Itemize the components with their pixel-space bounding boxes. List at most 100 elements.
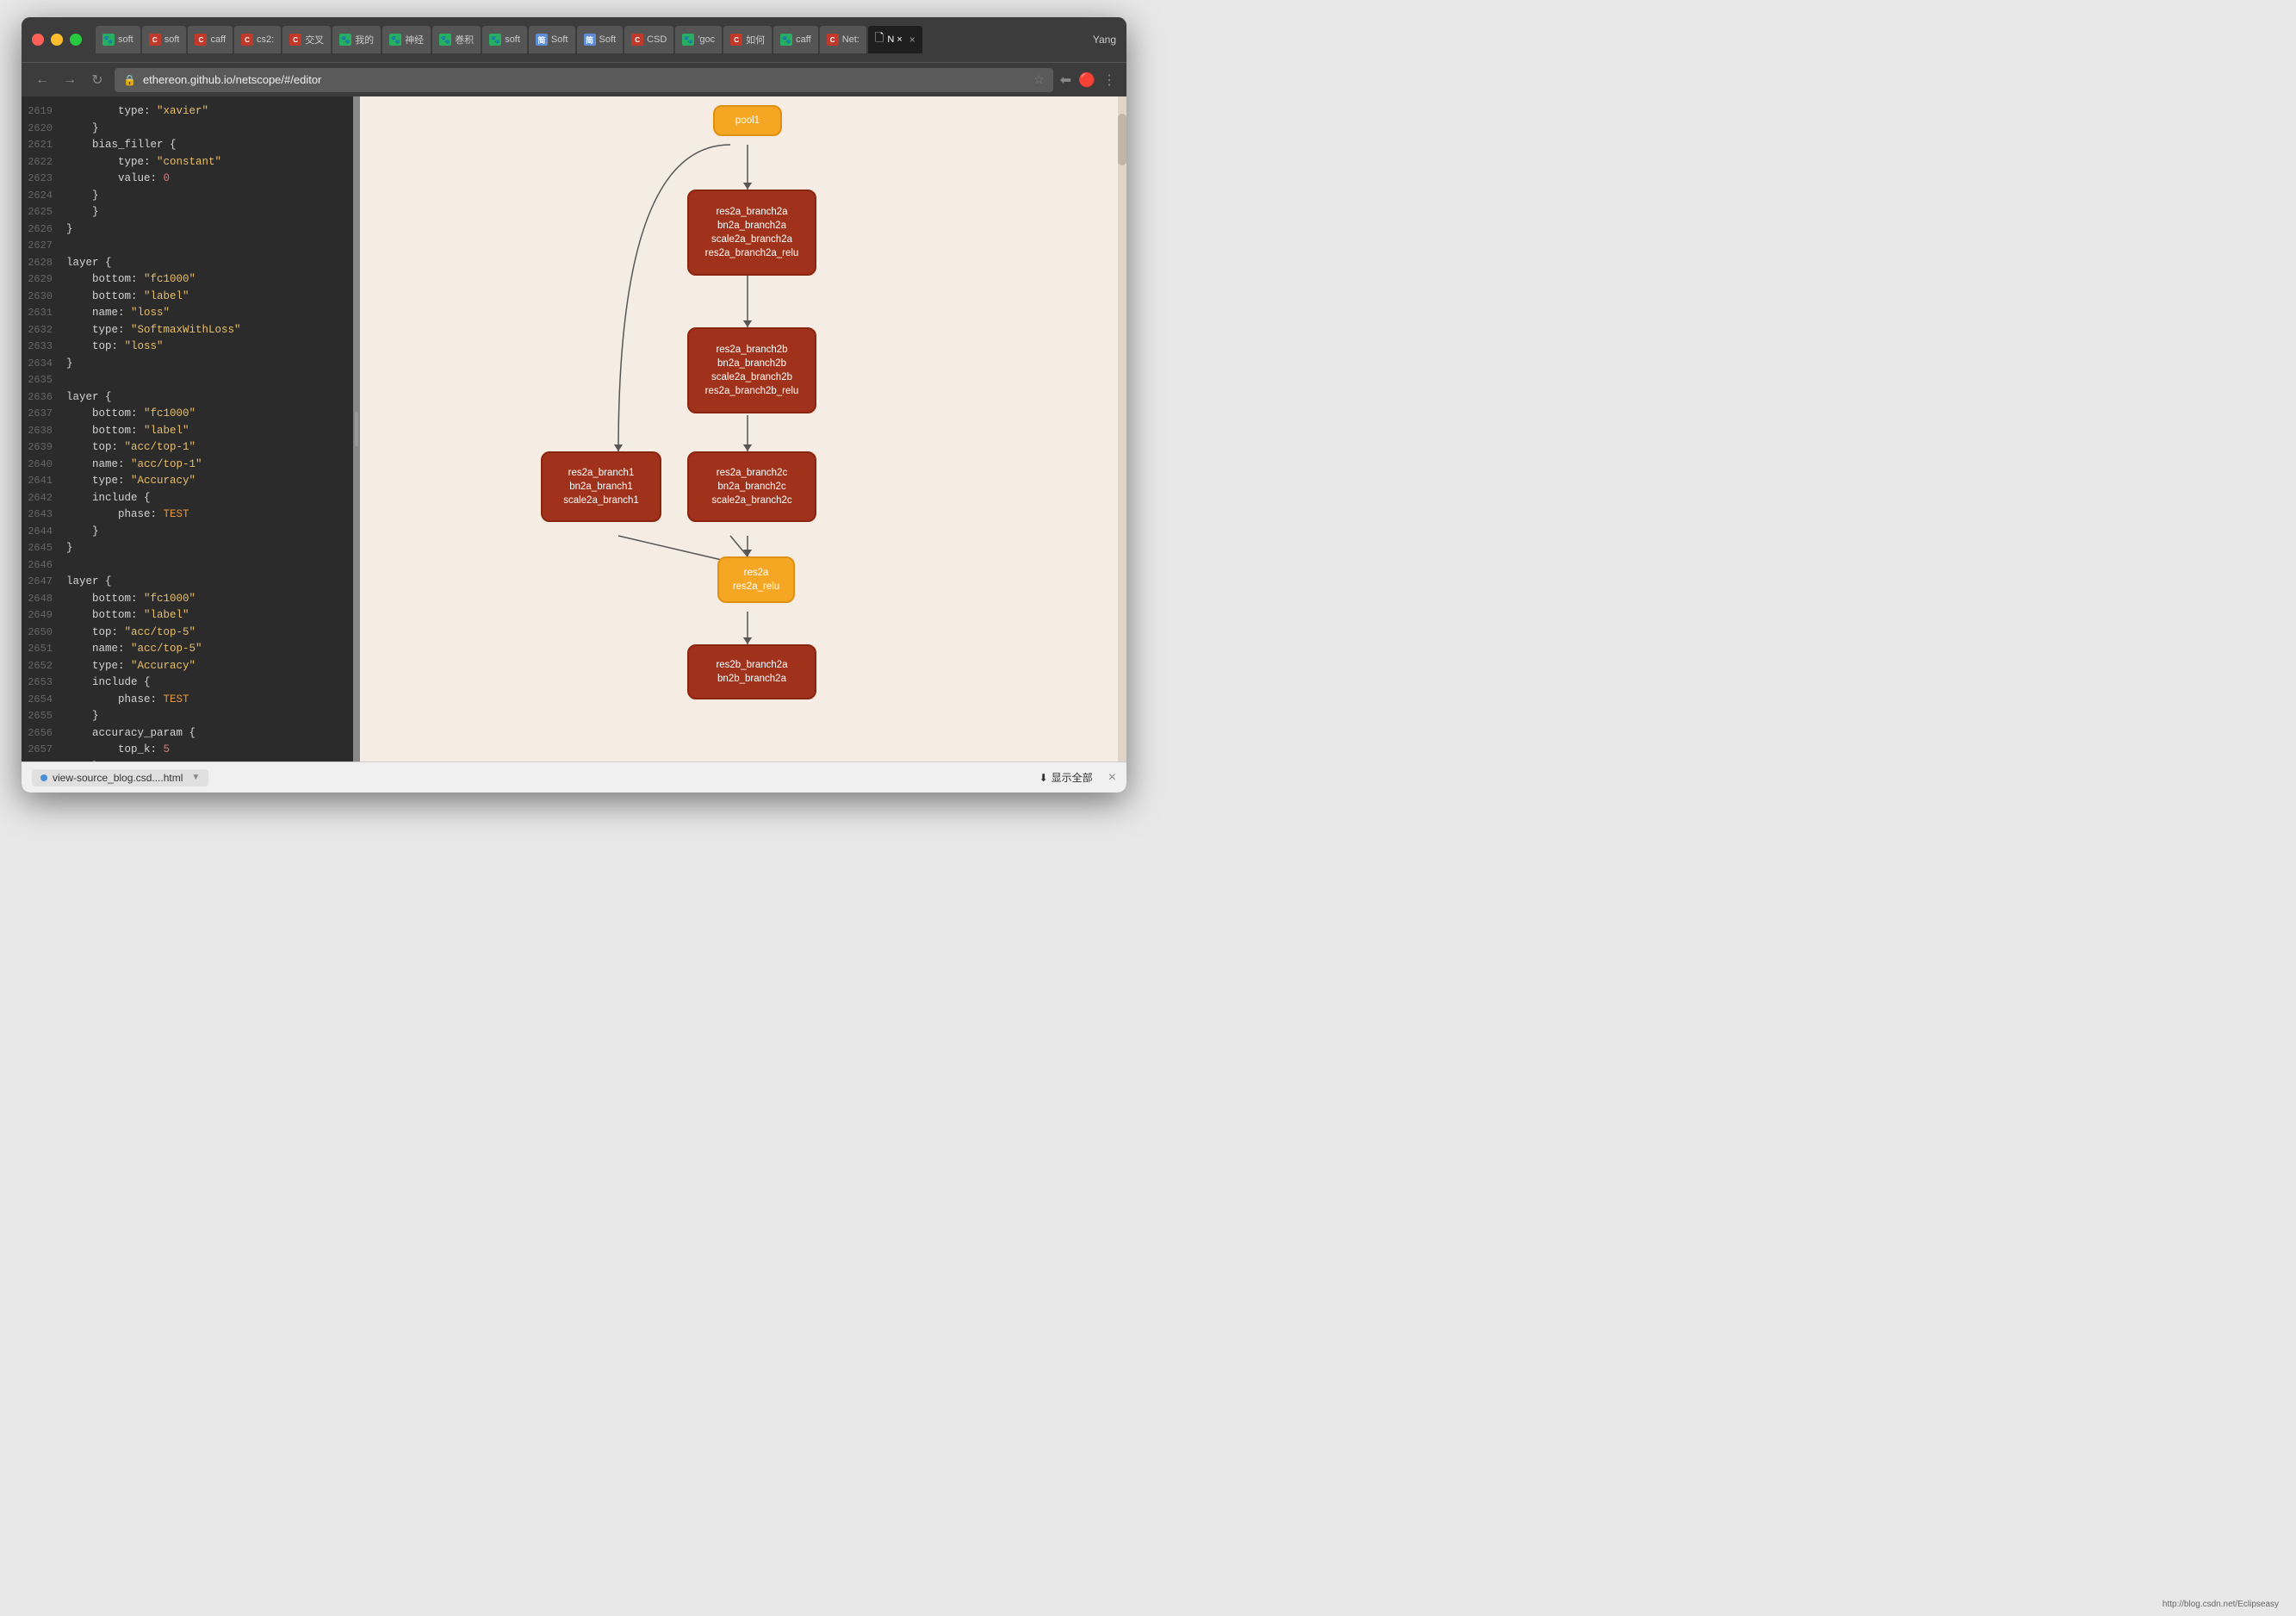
line-num-2633: 2633 <box>22 339 53 356</box>
code-line-2632: type: "SoftmaxWithLoss" <box>66 322 346 339</box>
line-num-2635: 2635 <box>22 372 53 389</box>
code-line-2650: top: "acc/top-5" <box>66 625 346 642</box>
browser-window: 🐾 soft C soft C caff C cs2: C 交叉 🐾 我的 <box>22 17 1126 792</box>
line-num-2625: 2625 <box>22 204 53 221</box>
node-res2a[interactable]: res2a res2a_relu <box>717 556 795 603</box>
tab-cs2[interactable]: C cs2: <box>234 26 281 53</box>
chrome-icon[interactable]: 🔴 <box>1078 71 1095 89</box>
code-line-2630: bottom: "label" <box>66 289 346 306</box>
code-line-2629: bottom: "fc1000" <box>66 271 346 289</box>
tab-icon-soft2: C <box>149 34 161 46</box>
node-label-res2a-branch2a-1: res2a_branch2a <box>716 207 787 217</box>
line-num-2646: 2646 <box>22 557 53 575</box>
tab-label-active: N × <box>887 34 902 45</box>
code-line-2641: type: "Accuracy" <box>66 473 346 490</box>
line-num-2653: 2653 <box>22 674 53 692</box>
download-label: 显示全部 <box>1052 770 1093 785</box>
code-line-2626: } <box>66 221 346 239</box>
minimize-button[interactable] <box>51 34 63 46</box>
code-line-2644: } <box>66 524 346 541</box>
titlebar: 🐾 soft C soft C caff C cs2: C 交叉 🐾 我的 <box>22 17 1126 62</box>
back-button[interactable]: ← <box>32 70 53 90</box>
close-button[interactable] <box>32 34 44 46</box>
tab-cross[interactable]: C 交叉 <box>282 26 331 53</box>
tab-softpaw[interactable]: 🐾 soft <box>482 26 527 53</box>
node-res2b-branch2a[interactable]: res2b_branch2a bn2b_branch2a <box>687 644 816 699</box>
line-num-2629: 2629 <box>22 271 53 289</box>
tab-soft1[interactable]: 🐾 soft <box>96 26 140 53</box>
code-content[interactable]: type: "xavier" } bias_filler { type: "co… <box>63 96 353 761</box>
main-content: 2619 2620 2621 2622 2623 2624 2625 2626 … <box>22 96 1126 761</box>
line-num-2656: 2656 <box>22 725 53 743</box>
menu-button[interactable]: ⋮ <box>1102 71 1116 89</box>
tab-mine[interactable]: 🐾 我的 <box>332 26 381 53</box>
bottom-bar-close[interactable]: × <box>1108 770 1116 786</box>
line-num-2628: 2628 <box>22 255 53 272</box>
tab-icon-jian2: 简 <box>584 34 596 46</box>
line-num-2627: 2627 <box>22 238 53 255</box>
node-res2a-branch2b[interactable]: res2a_branch2b bn2a_branch2b scale2a_bra… <box>687 327 816 413</box>
tab-csd[interactable]: C CSD <box>624 26 673 53</box>
pane-divider[interactable] <box>353 96 360 761</box>
tab-conv[interactable]: 🐾 巻积 <box>432 26 481 53</box>
extensions-button[interactable]: ⬅ <box>1060 71 1071 89</box>
node-label-res2a-branch2c-1: res2a_branch2c <box>717 468 787 478</box>
lock-icon: 🔒 <box>123 74 136 86</box>
bottom-tab-indicator <box>40 774 47 781</box>
tab-label-cross: 交叉 <box>305 33 324 47</box>
forward-button[interactable]: → <box>59 70 80 90</box>
tab-caff2[interactable]: 🐾 caff <box>773 26 818 53</box>
line-num-2636: 2636 <box>22 389 53 407</box>
line-num-2631: 2631 <box>22 305 53 322</box>
line-num-2632: 2632 <box>22 322 53 339</box>
code-line-2636: layer { <box>66 389 346 407</box>
node-pool1[interactable]: pool1 <box>713 105 782 136</box>
tab-active[interactable]: 🗋 N × × <box>868 26 922 53</box>
tab-label-cs2: cs2: <box>257 34 274 45</box>
toolbar: ← → ↻ 🔒 ethereon.github.io/netscope/#/ed… <box>22 62 1126 96</box>
code-line-2654: phase: TEST <box>66 692 346 709</box>
tab-howto[interactable]: C 如何 <box>723 26 772 53</box>
node-res2a-branch2c[interactable]: res2a_branch2c bn2a_branch2c scale2a_bra… <box>687 451 816 522</box>
node-res2a-branch2a[interactable]: res2a_branch2a bn2a_branch2a scale2a_bra… <box>687 190 816 276</box>
tab-net[interactable]: C Net: <box>820 26 866 53</box>
bottom-tab-source[interactable]: view-source_blog.csd....html ▼ <box>32 769 208 786</box>
scrollbar-track[interactable] <box>1118 96 1126 761</box>
code-line-2637: bottom: "fc1000" <box>66 406 346 423</box>
line-numbers: 2619 2620 2621 2622 2623 2624 2625 2626 … <box>22 96 63 761</box>
tab-jian1[interactable]: 简 Soft <box>529 26 575 53</box>
download-button[interactable]: ⬇ 显示全部 <box>1039 770 1093 785</box>
tab-caff[interactable]: C caff <box>188 26 233 53</box>
code-line-2646 <box>66 557 346 575</box>
node-label-res2a-branch2a-2: bn2a_branch2a <box>717 221 786 231</box>
tab-label-caff: caff <box>210 34 226 45</box>
node-label-res2a: res2a <box>744 568 769 578</box>
tab-goc[interactable]: 🐾 'goc <box>675 26 722 53</box>
code-line-2625: } <box>66 204 346 221</box>
code-line-2639: top: "acc/top-1" <box>66 439 346 457</box>
tab-icon-neural: 🐾 <box>389 34 401 46</box>
refresh-button[interactable]: ↻ <box>87 70 108 90</box>
code-line-2640: name: "acc/top-1" <box>66 457 346 474</box>
line-num-2623: 2623 <box>22 171 53 188</box>
divider-handle <box>355 412 358 446</box>
bookmark-icon[interactable]: ☆ <box>1033 72 1045 87</box>
user-label: Yang <box>1093 34 1116 46</box>
maximize-button[interactable] <box>70 34 82 46</box>
tab-neural[interactable]: 🐾 神经 <box>382 26 431 53</box>
bottom-tab-dropdown[interactable]: ▼ <box>191 773 200 782</box>
tab-soft2[interactable]: C soft <box>142 26 187 53</box>
tab-label-mine: 我的 <box>355 33 374 47</box>
line-num-2644: 2644 <box>22 524 53 541</box>
node-res2a-branch1[interactable]: res2a_branch1 bn2a_branch1 scale2a_branc… <box>541 451 661 522</box>
tab-label-caff2: caff <box>796 34 811 45</box>
line-num-2654: 2654 <box>22 692 53 709</box>
scrollbar-thumb[interactable] <box>1118 114 1126 165</box>
tab-close-active[interactable]: × <box>909 34 915 46</box>
node-label-res2a-branch2c-3: scale2a_branch2c <box>711 495 791 506</box>
code-line-2620: } <box>66 121 346 138</box>
node-label-res2a-branch2a-3: scale2a_branch2a <box>711 234 792 245</box>
address-bar[interactable]: 🔒 ethereon.github.io/netscope/#/editor ☆ <box>115 68 1053 92</box>
line-num-2622: 2622 <box>22 154 53 171</box>
tab-jian2[interactable]: 简 Soft <box>577 26 624 53</box>
